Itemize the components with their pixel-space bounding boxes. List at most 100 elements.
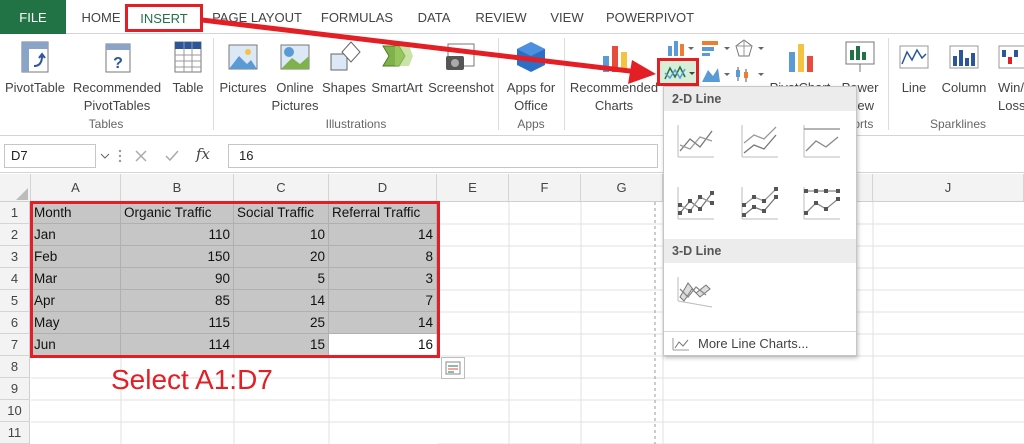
recommended-charts-label-1: Recommended	[569, 80, 659, 95]
power-view-icon	[845, 41, 875, 72]
sparkline-column-button[interactable]: Column	[936, 38, 992, 118]
radar-chart-icon[interactable]	[734, 38, 764, 58]
pivottable-label: PivotTable	[5, 80, 65, 95]
apps-for-office-button[interactable]: Apps for Office	[500, 38, 562, 118]
column-header-j[interactable]: J	[873, 174, 1024, 202]
table-label: Table	[172, 80, 204, 95]
recommended-pivottables-label-1: Recommended	[72, 80, 162, 95]
select-all-corner[interactable]	[0, 174, 31, 202]
online-pictures-icon	[280, 44, 310, 70]
annotation-select-range: Select A1:D7	[111, 364, 273, 395]
table-icon	[174, 41, 202, 73]
column-header-g[interactable]: G	[581, 174, 663, 202]
formula-bar-grip-icon	[118, 149, 122, 163]
recommended-pivottables-icon: ?	[105, 43, 131, 73]
pictures-button[interactable]: Pictures	[216, 38, 270, 118]
ribbon: PivotTable ? Recommended PivotTables Tab…	[0, 34, 1024, 136]
tab-powerpivot[interactable]: POWERPIVOT	[600, 0, 700, 34]
apps-for-office-label-1: Apps for	[506, 80, 556, 95]
smartart-button[interactable]: SmartArt	[368, 38, 426, 118]
3d-line-option-icon[interactable]	[672, 271, 718, 313]
worksheet-grid: A B C D E F G J 1 2 3 4 5 6 7 8 9 10 11 …	[0, 174, 1024, 444]
online-pictures-label-1: Online	[276, 80, 314, 95]
enter-check-icon[interactable]	[164, 149, 180, 163]
area-chart-icon[interactable]	[700, 64, 730, 84]
column-header-d[interactable]: D	[329, 174, 437, 202]
recommended-charts-button[interactable]: Recommended Charts	[566, 38, 662, 118]
recommended-pivottables-label-2: PivotTables	[83, 98, 151, 113]
stacked-line-with-markers-option-icon[interactable]	[736, 183, 782, 225]
dropdown-header-3d-line: 3-D Line	[664, 239, 856, 263]
apps-for-office-label-2: Office	[514, 98, 548, 113]
ribbon-tab-bar: FILE HOME INSERT PAGE LAYOUT FORMULAS DA…	[0, 0, 1024, 34]
recommended-charts-icon	[603, 46, 627, 72]
smartart-label: SmartArt	[371, 80, 423, 95]
screenshot-label: Screenshot	[428, 80, 494, 95]
row-header-9[interactable]: 9	[0, 378, 30, 400]
group-separator	[498, 38, 499, 130]
100-stacked-line-with-markers-option-icon[interactable]	[798, 183, 844, 225]
pivottable-button[interactable]: PivotTable	[2, 38, 68, 118]
shapes-button[interactable]: Shapes	[320, 38, 368, 118]
quick-analysis-button[interactable]	[441, 357, 465, 379]
name-box-dropdown-icon[interactable]	[100, 151, 110, 161]
tab-view[interactable]: VIEW	[542, 0, 592, 34]
column-header-a[interactable]: A	[31, 174, 121, 202]
sparkline-column-icon	[949, 45, 979, 69]
screenshot-button[interactable]: Screenshot	[426, 38, 496, 118]
more-line-charts-label: More Line Charts...	[698, 336, 809, 351]
tab-home[interactable]: HOME	[72, 0, 130, 34]
row-header-2[interactable]: 2	[0, 224, 30, 246]
more-line-charts-link[interactable]: More Line Charts...	[664, 331, 856, 355]
row-header-6[interactable]: 6	[0, 312, 30, 334]
column-header-e[interactable]: E	[437, 174, 509, 202]
sparkline-line-button[interactable]: Line	[892, 38, 936, 118]
row-header-11[interactable]: 11	[0, 422, 30, 444]
row-header-8[interactable]: 8	[0, 356, 30, 378]
bar-chart-icon[interactable]	[700, 38, 730, 58]
tab-file[interactable]: FILE	[0, 0, 66, 34]
column-header-f[interactable]: F	[509, 174, 581, 202]
group-separator	[213, 38, 214, 130]
stacked-line-chart-option-icon[interactable]	[736, 121, 782, 163]
row-header-5[interactable]: 5	[0, 290, 30, 312]
smartart-icon	[382, 45, 413, 67]
tab-insert[interactable]: INSERT	[125, 4, 203, 32]
online-pictures-button[interactable]: Online Pictures	[270, 38, 320, 118]
cancel-icon[interactable]	[134, 149, 148, 163]
column-header-c[interactable]: C	[234, 174, 329, 202]
group-label-tables: Tables	[88, 117, 124, 131]
sparkline-winloss-label-2: Loss	[998, 98, 1024, 113]
column-header-b[interactable]: B	[121, 174, 234, 202]
recommended-pivottables-button[interactable]: ? Recommended PivotTables	[68, 38, 166, 118]
insert-function-button[interactable]: fx	[196, 145, 210, 163]
line-chart-icon	[664, 65, 695, 80]
column-chart-icon[interactable]	[664, 38, 694, 58]
row-header-3[interactable]: 3	[0, 246, 30, 268]
tab-page-layout[interactable]: PAGE LAYOUT	[206, 0, 308, 34]
pictures-icon	[228, 44, 258, 70]
row-header-1[interactable]: 1	[0, 202, 30, 224]
table-button[interactable]: Table	[166, 38, 210, 118]
tab-formulas[interactable]: FORMULAS	[312, 0, 402, 34]
formula-input[interactable]: 16	[228, 144, 658, 168]
100-stacked-line-chart-option-icon[interactable]	[798, 121, 844, 163]
insert-line-chart-button[interactable]	[657, 58, 699, 86]
line-with-markers-option-icon[interactable]	[672, 183, 718, 225]
tab-data[interactable]: DATA	[408, 0, 460, 34]
selection-highlight-box	[30, 201, 440, 358]
pivottable-icon	[21, 41, 49, 73]
group-separator	[564, 38, 565, 130]
stock-chart-icon[interactable]	[734, 64, 764, 84]
row-header-4[interactable]: 4	[0, 268, 30, 290]
formula-bar: D7 fx 16	[0, 137, 1024, 173]
sparkline-winloss-button[interactable]: Win/ Loss	[992, 38, 1024, 118]
pictures-label: Pictures	[219, 80, 267, 95]
tab-review[interactable]: REVIEW	[466, 0, 536, 34]
row-header-10[interactable]: 10	[0, 400, 30, 422]
row-header-7[interactable]: 7	[0, 334, 30, 356]
line-chart-option-icon[interactable]	[672, 121, 718, 163]
name-box[interactable]: D7	[4, 144, 96, 168]
group-label-sparklines: Sparklines	[929, 117, 987, 131]
sparkline-line-icon	[899, 45, 929, 69]
